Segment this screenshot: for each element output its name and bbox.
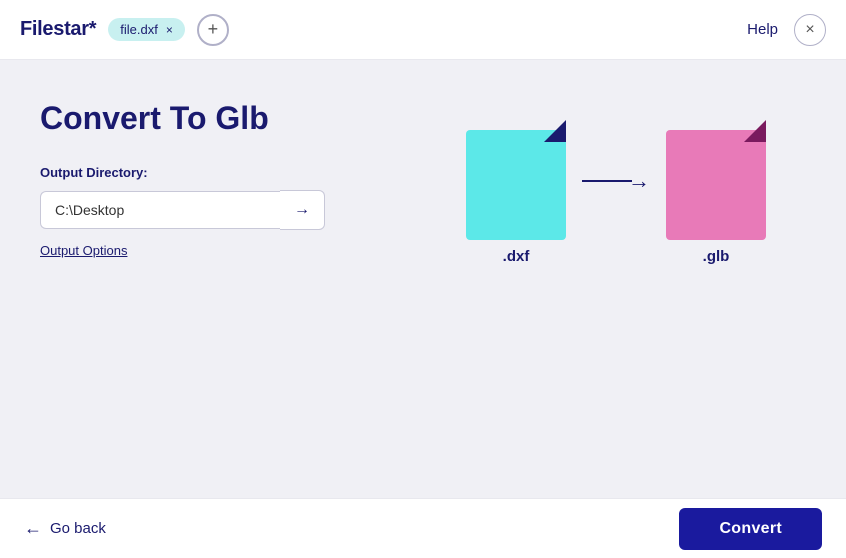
page-title: Convert To Glb [40,100,440,137]
source-file-ext: .dxf [503,248,530,265]
target-file-body [666,130,766,240]
file-tag-close-button[interactable]: × [164,23,175,37]
header-right: Help × [747,14,826,46]
go-back-button[interactable]: ← Go back [24,518,106,539]
go-back-label: Go back [50,520,106,537]
close-button[interactable]: × [794,14,826,46]
arrow-shaft [582,180,632,182]
file-tag: file.dxf × [108,18,185,41]
source-file-corner [544,120,566,142]
source-file-body [466,130,566,240]
left-panel: Convert To Glb Output Directory: → Outpu… [40,100,440,260]
header-left: Filestar* file.dxf × + [20,14,229,46]
header: Filestar* file.dxf × + Help × [0,0,846,60]
browse-directory-button[interactable]: → [280,190,325,230]
add-file-button[interactable]: + [197,14,229,46]
right-panel: .dxf → .glb [466,100,806,265]
target-file-shape [666,120,766,240]
file-tag-label: file.dxf [120,22,158,37]
output-options-link[interactable]: Output Options [40,243,127,258]
arrowhead-icon: → [628,170,650,192]
arrow-line: → [582,170,650,192]
app-title: Filestar* [20,18,96,41]
output-directory-label: Output Directory: [40,165,440,180]
output-directory-input[interactable] [40,191,280,229]
main-content: Convert To Glb Output Directory: → Outpu… [0,60,846,498]
target-file-corner [744,120,766,142]
help-link[interactable]: Help [747,21,778,38]
back-arrow-icon: ← [24,518,42,539]
convert-button[interactable]: Convert [679,508,822,550]
arrow-right-icon: → [294,201,310,219]
source-file-icon: .dxf [466,120,566,265]
target-file-ext: .glb [703,248,730,265]
conversion-arrow: → [582,170,650,216]
target-file-icon: .glb [666,120,766,265]
footer: ← Go back Convert [0,498,846,558]
source-file-shape [466,120,566,240]
output-directory-row: → [40,190,440,230]
